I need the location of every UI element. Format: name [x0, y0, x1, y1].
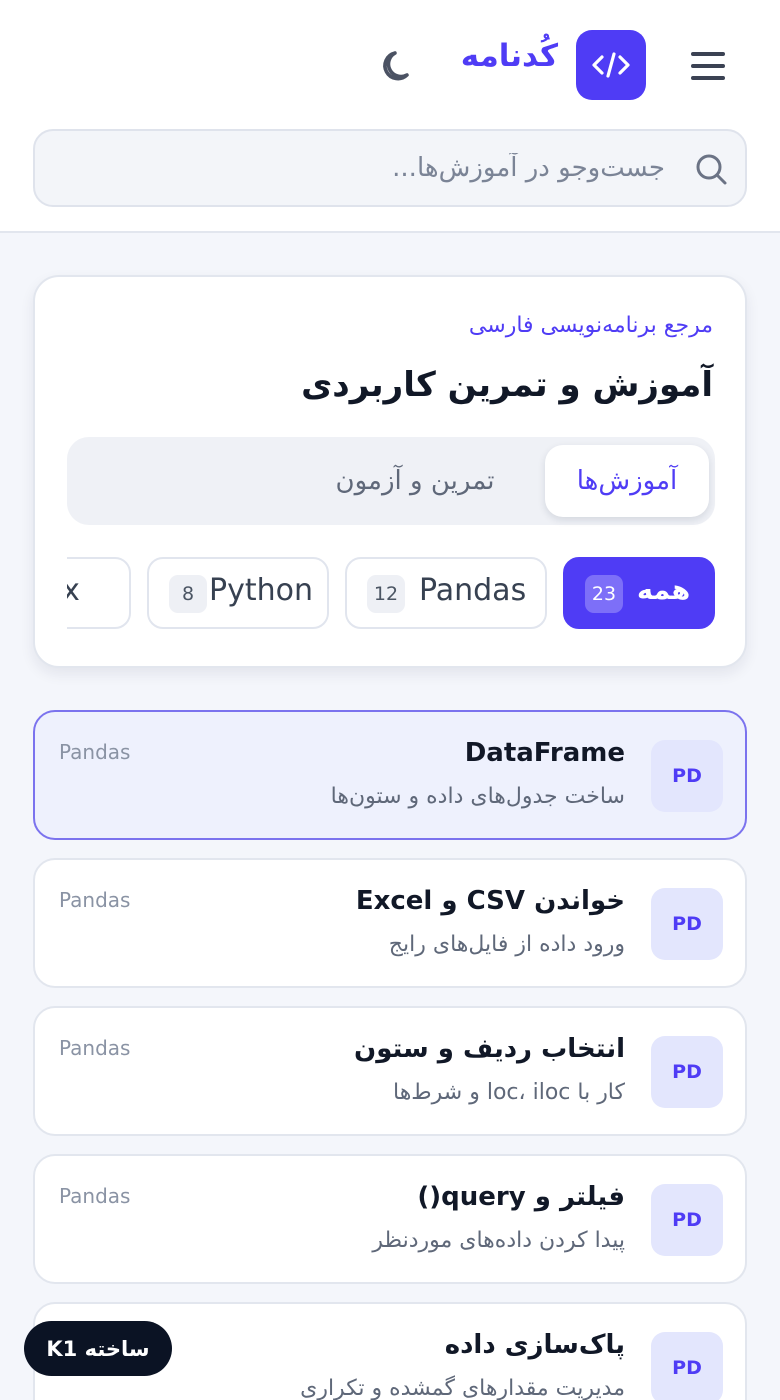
lesson-category-tag: Pandas — [59, 740, 131, 764]
lesson-description: ورود داده از فایل‌های رایج — [388, 932, 625, 957]
category-filter-chips: 23 همه 12 Pandas 8 Python Linux — [67, 557, 717, 631]
lesson-title: پاک‌سازی داده — [444, 1330, 625, 1360]
lesson-description: مدیریت مقدارهای گمشده و تکراری — [300, 1376, 625, 1400]
lesson-badge: PD — [651, 1332, 723, 1400]
chip-count: 12 — [367, 575, 405, 613]
chip-all[interactable]: 23 همه — [563, 557, 715, 629]
code-logo-icon — [576, 30, 646, 100]
chip-label: Python — [209, 573, 313, 608]
chip-linux[interactable]: Linux — [67, 557, 131, 629]
brand-name: کُدنامه — [460, 38, 558, 74]
moon-icon[interactable] — [378, 44, 422, 88]
build-badge[interactable]: ساخته K1 — [24, 1321, 172, 1376]
lesson-description: کار با loc، iloc و شرط‌ها — [392, 1080, 625, 1105]
lesson-card[interactable]: PD DataFrame ساخت جدول‌های داده و ستون‌ه… — [33, 710, 747, 840]
lesson-badge: PD — [651, 1036, 723, 1108]
lesson-title: خواندن CSV و Excel — [355, 886, 625, 916]
page-title: آموزش و تمرین کاربردی — [301, 365, 713, 405]
lesson-category-tag: Pandas — [59, 1184, 131, 1208]
lesson-badge: PD — [651, 1184, 723, 1256]
lesson-title: فیلتر و query() — [417, 1182, 625, 1212]
lesson-category-tag: Pandas — [59, 1036, 131, 1060]
lesson-badge: PD — [651, 740, 723, 812]
top-bar: کُدنامه — [0, 0, 780, 233]
content-type-tabs: آموزش‌ها تمرین و آزمون — [67, 437, 715, 525]
lesson-description: ساخت جدول‌های داده و ستون‌ها — [330, 784, 625, 809]
chip-count: 8 — [169, 575, 207, 613]
lesson-card[interactable]: PD خواندن CSV و Excel ورود داده از فایل‌… — [33, 858, 747, 988]
hamburger-menu-icon[interactable] — [688, 46, 730, 86]
tab-practice-quiz[interactable]: تمرین و آزمون — [305, 445, 525, 517]
lesson-title: DataFrame — [464, 738, 625, 768]
lesson-title: انتخاب ردیف و ستون — [354, 1034, 625, 1064]
search-icon[interactable] — [691, 149, 731, 189]
chip-python[interactable]: 8 Python — [147, 557, 329, 629]
chip-label: همه — [637, 575, 691, 606]
lesson-card[interactable]: PD انتخاب ردیف و ستون کار با loc، iloc و… — [33, 1006, 747, 1136]
lesson-badge: PD — [651, 888, 723, 960]
chip-label: Linux — [67, 573, 80, 608]
hero-kicker: مرجع برنامه‌نویسی فارسی — [468, 313, 713, 338]
hero-card: مرجع برنامه‌نویسی فارسی آموزش و تمرین کا… — [33, 275, 747, 668]
lesson-category-tag: Pandas — [59, 888, 131, 912]
tab-tutorials[interactable]: آموزش‌ها — [545, 445, 709, 517]
lesson-description: پیدا کردن داده‌های موردنظر — [372, 1228, 625, 1253]
search-input[interactable] — [75, 145, 665, 191]
search-bar — [33, 129, 747, 207]
lesson-card[interactable]: PD فیلتر و query() پیدا کردن داده‌های مو… — [33, 1154, 747, 1284]
chip-count: 23 — [585, 575, 623, 613]
chip-label: Pandas — [419, 573, 527, 608]
chip-pandas[interactable]: 12 Pandas — [345, 557, 547, 629]
